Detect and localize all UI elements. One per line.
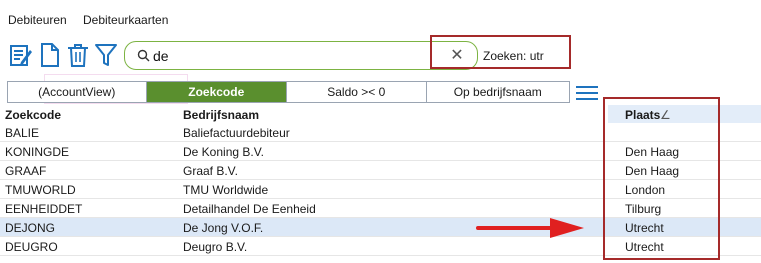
cell-bedrijfsnaam: Deugro B.V. — [183, 240, 248, 254]
cell-zoekcode: GRAAF — [5, 164, 47, 178]
menu-bar: Debiteuren Debiteurkaarten — [0, 0, 761, 38]
filter-icon[interactable] — [94, 42, 118, 68]
cell-zoekcode: DEJONG — [5, 221, 56, 235]
menu-item-debiteurkaarten[interactable]: Debiteurkaarten — [83, 13, 168, 27]
filter-accountview[interactable]: (AccountView) — [8, 82, 147, 102]
annotation-box-plaats — [603, 97, 720, 260]
cell-zoekcode: KONINGDE — [5, 145, 70, 159]
trash-icon[interactable] — [66, 42, 90, 68]
filter-saldo[interactable]: Saldo >< 0 — [287, 82, 427, 102]
filter-zoekcode[interactable]: Zoekcode — [146, 82, 287, 102]
filter-bar: (AccountView) Zoekcode Saldo >< 0 Op bed… — [7, 81, 570, 103]
cell-zoekcode: EENHEIDDET — [5, 202, 83, 216]
menu-item-debiteuren[interactable]: Debiteuren — [8, 13, 67, 27]
cell-bedrijfsnaam: Detailhandel De Eenheid — [183, 202, 316, 216]
cell-bedrijfsnaam: De Jong V.O.F. — [183, 221, 264, 235]
cell-bedrijfsnaam: Graaf B.V. — [183, 164, 238, 178]
search-icon — [137, 49, 150, 62]
annotation-arrow-icon — [476, 218, 584, 238]
cell-zoekcode: DEUGRO — [5, 240, 58, 254]
cell-zoekcode: TMUWORLD — [5, 183, 76, 197]
search-input[interactable] — [153, 46, 413, 66]
search-box: ✕ — [124, 41, 478, 70]
annotation-box-search — [430, 35, 571, 69]
column-header-zoekcode[interactable]: Zoekcode — [5, 108, 61, 122]
column-header-bedrijfsnaam[interactable]: Bedrijfsnaam — [183, 108, 259, 122]
filter-bedrijfsnaam[interactable]: Op bedrijfsnaam — [426, 82, 569, 102]
new-document-icon[interactable] — [38, 42, 62, 68]
edit-list-icon[interactable] — [9, 42, 33, 68]
cell-bedrijfsnaam: TMU Worldwide — [183, 183, 269, 197]
menu-hamburger-icon[interactable] — [576, 86, 598, 100]
cell-bedrijfsnaam: De Koning B.V. — [183, 145, 264, 159]
cell-bedrijfsnaam: Baliefactuurdebiteur — [183, 126, 290, 140]
cell-zoekcode: BALIE — [5, 126, 40, 140]
